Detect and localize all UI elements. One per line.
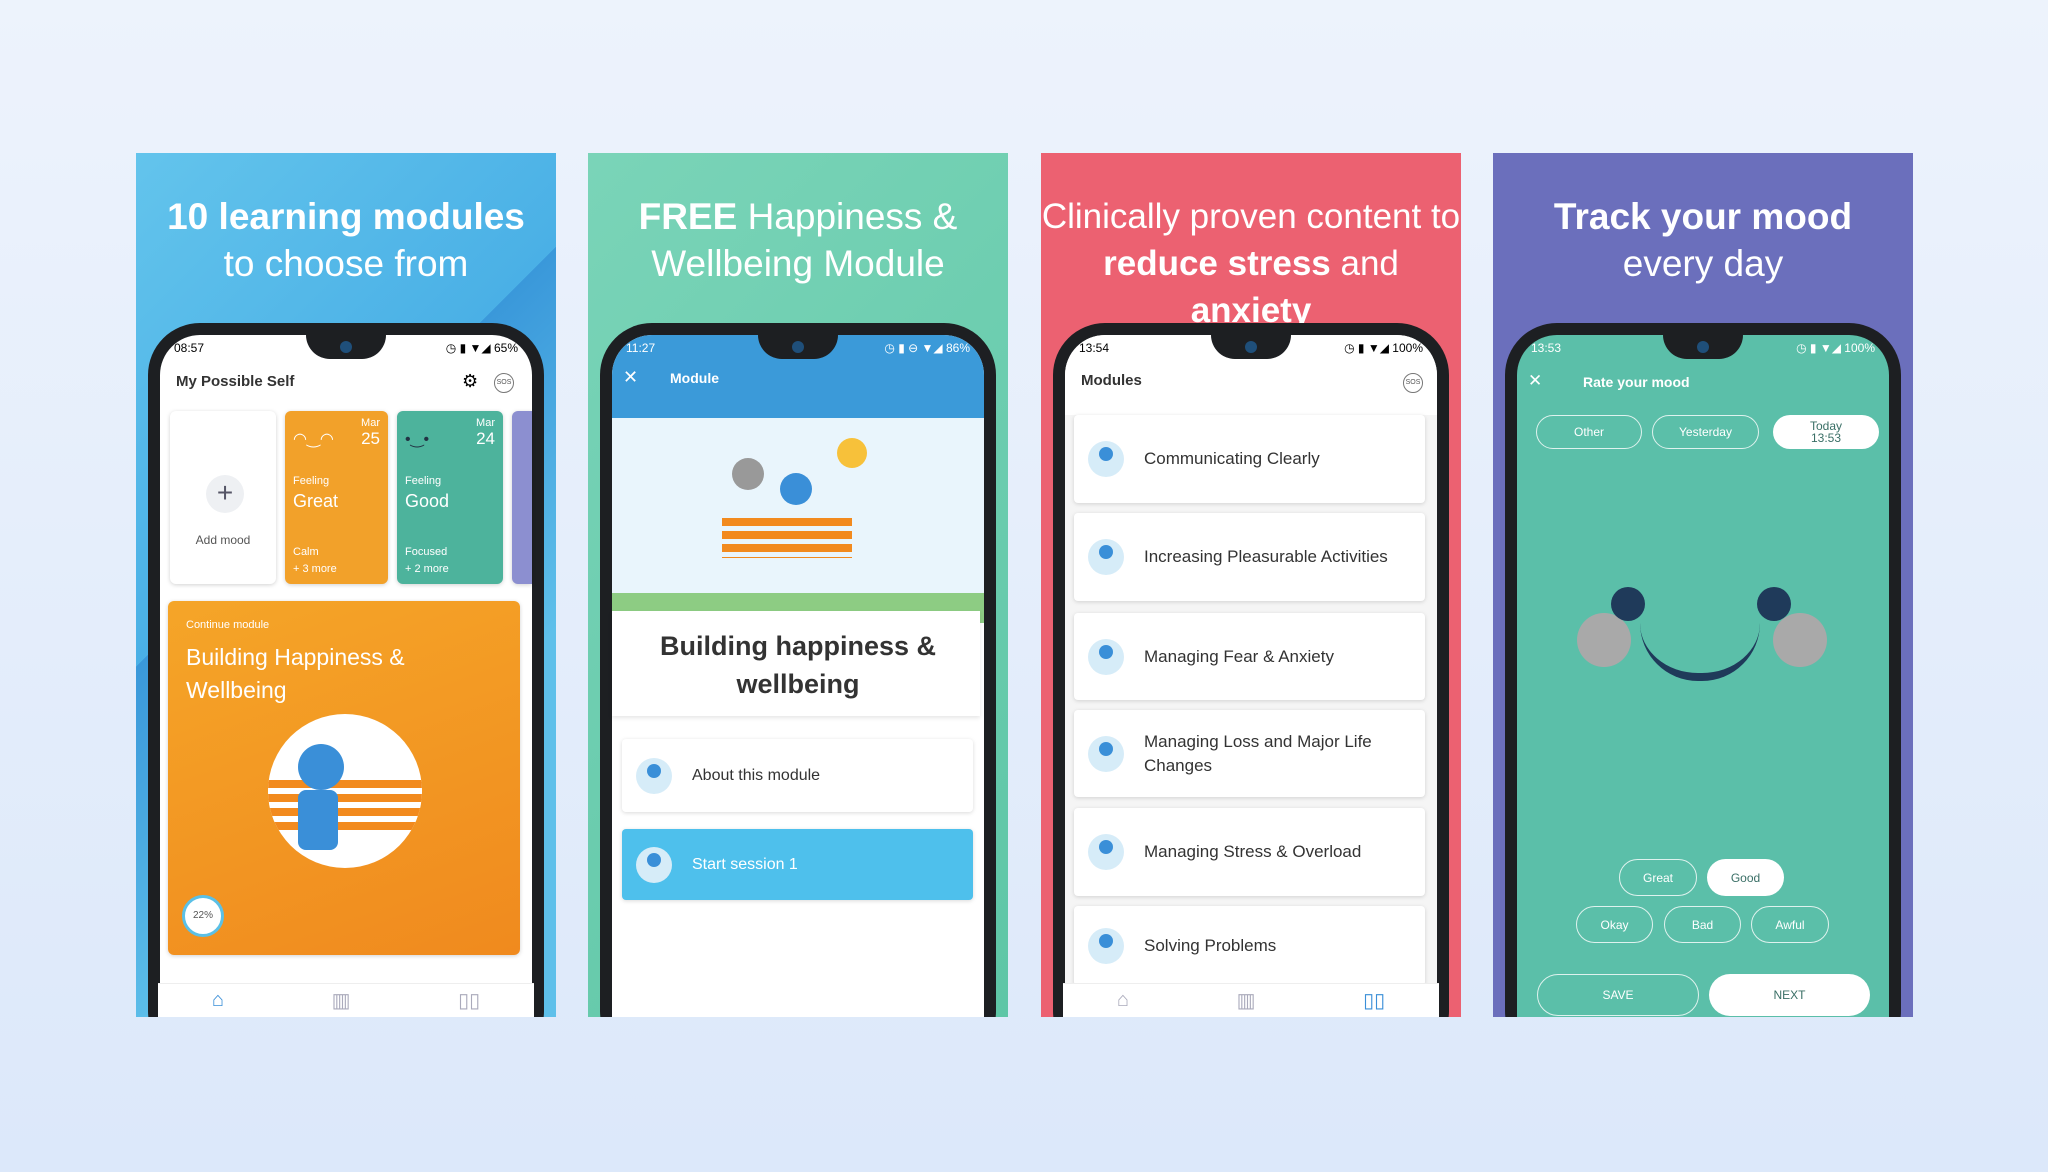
chart-icon[interactable]: ▥	[332, 988, 351, 1013]
tab-today[interactable]: Today 13:53	[1773, 415, 1879, 449]
module-icon	[1088, 834, 1124, 870]
chart-icon[interactable]: ▥	[1237, 988, 1256, 1013]
home-icon[interactable]: ⌂	[212, 989, 224, 1012]
mood-card[interactable]: ◠‿◠ Mar 25 Feeling Great Calm + 3 more	[285, 411, 388, 584]
smile-face-icon: •‿•	[405, 431, 430, 448]
book-icon[interactable]: ▯▯	[1363, 988, 1385, 1013]
status-bar: 08:57 ◷ ▮ ▼◢ 65%	[174, 341, 518, 355]
status-bar: 13:54 ◷ ▮ ▼◢ 100%	[1079, 341, 1423, 355]
home-icon[interactable]: ⌂	[1117, 989, 1129, 1012]
module-icon	[1088, 928, 1124, 964]
close-icon[interactable]: ✕	[623, 367, 638, 388]
mood-awful[interactable]: Awful	[1751, 906, 1829, 943]
mood-great[interactable]: Great	[1619, 859, 1697, 896]
status-bar: 13:53 ◷ ▮ ▼◢ 100%	[1531, 341, 1875, 355]
cheek	[1577, 613, 1631, 667]
module-icon	[1088, 539, 1124, 575]
panel-heading: 10 learning modules to choose from	[167, 196, 525, 284]
panel-heading: Track your mood every day	[1553, 196, 1853, 284]
gear-icon[interactable]: ⚙	[462, 371, 478, 392]
sos-button[interactable]: SOS	[494, 373, 514, 393]
about-module-button[interactable]: About this module	[622, 739, 973, 812]
book-icon[interactable]: ▯▯	[458, 988, 480, 1013]
bottom-nav: ⌂ ▥ ▯▯	[1063, 983, 1439, 1017]
close-icon[interactable]: ✕	[1528, 371, 1542, 391]
module-icon	[636, 757, 672, 794]
save-button[interactable]: SAVE	[1537, 974, 1699, 1016]
add-mood-card[interactable]: + Add mood	[170, 411, 276, 584]
module-illustration	[612, 418, 984, 623]
panel-heading: FREE Happiness & Wellbeing Module	[638, 196, 958, 284]
session-icon	[636, 846, 672, 883]
screenshot-panel-content: Clinically proven content to reduce stres…	[1041, 153, 1461, 1017]
cheek	[1773, 613, 1827, 667]
module-title: Building happiness & wellbeing	[659, 631, 936, 699]
tab-other[interactable]: Other	[1536, 415, 1642, 449]
next-button[interactable]: NEXT	[1709, 974, 1870, 1016]
header-title: Modules	[1081, 372, 1142, 389]
module-item[interactable]: Managing Fear & Anxiety	[1074, 613, 1425, 700]
mood-good[interactable]: Good	[1707, 859, 1784, 896]
screenshot-panel-mood: Track your mood every day 13:53 ◷ ▮ ▼◢ 100…	[1493, 153, 1913, 1017]
screenshot-panel-modules: 10 learning modules to choose from 08:57 ◷…	[136, 153, 556, 1017]
screenshot-panel-free-module: FREE Happiness & Wellbeing Module 11:27 ◷ …	[588, 153, 1008, 1017]
module-icon	[1088, 441, 1124, 477]
eye	[1757, 587, 1791, 621]
module-item[interactable]: Increasing Pleasurable Activities	[1074, 513, 1425, 601]
tab-yesterday[interactable]: Yesterday	[1652, 415, 1759, 449]
header-title: Module	[670, 370, 719, 386]
start-session-button[interactable]: Start session 1	[622, 829, 973, 900]
mood-bad[interactable]: Bad	[1664, 906, 1741, 943]
module-icon	[1088, 638, 1124, 675]
module-icon	[1088, 735, 1124, 772]
eye	[1611, 587, 1645, 621]
module-item[interactable]: Communicating Clearly	[1074, 415, 1425, 503]
panel-heading: Clinically proven content to reduce stres…	[1041, 197, 1461, 330]
sos-button[interactable]: SOS	[1403, 373, 1423, 393]
mood-okay[interactable]: Okay	[1576, 906, 1653, 943]
header-title: Rate your mood	[1583, 374, 1690, 390]
continue-module-card[interactable]: Continue module Building Happiness & Wel…	[168, 601, 520, 955]
bottom-nav: ⌂ ▥ ▯▯	[158, 983, 534, 1017]
plus-icon: +	[206, 475, 244, 513]
app-title: My Possible Self	[176, 373, 295, 390]
progress-ring: 22%	[182, 895, 224, 937]
module-item[interactable]: Managing Stress & Overload	[1074, 808, 1425, 896]
mood-card[interactable]: •‿• Mar 24 Feeling Good Focused + 2 more	[397, 411, 503, 584]
module-illustration	[268, 714, 422, 868]
module-item[interactable]: Solving Problems	[1074, 906, 1425, 986]
smile-face-icon: ◠‿◠	[293, 431, 334, 448]
module-item[interactable]: Managing Loss and Major Life Changes	[1074, 710, 1425, 797]
status-bar: 11:27 ◷ ▮ ⊖ ▼◢ 86%	[626, 341, 970, 355]
